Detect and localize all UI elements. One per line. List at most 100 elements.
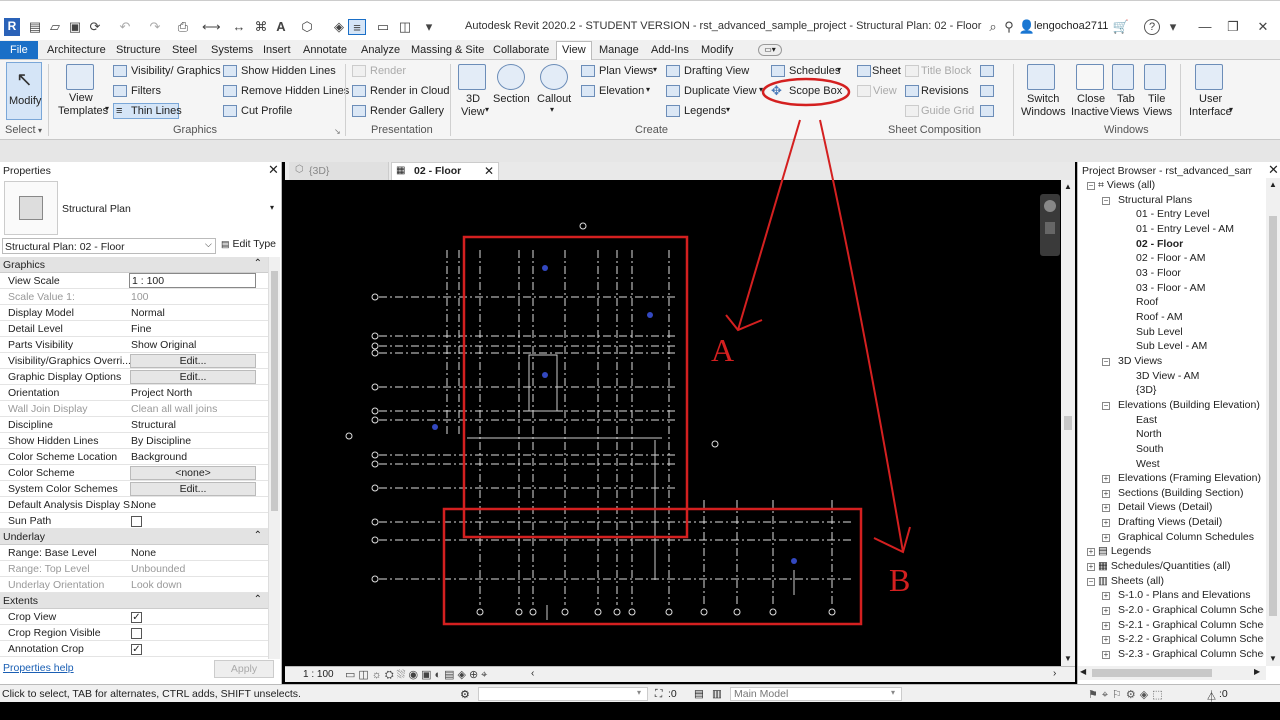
filters-button[interactable]: Filters (131, 85, 161, 97)
callout-icon[interactable] (540, 64, 568, 90)
view-3d-icon[interactable] (458, 64, 486, 90)
instance-dropdown-icon[interactable]: ⌵ (205, 239, 212, 250)
tree-detail-views[interactable]: Detail Views (Detail) (1118, 501, 1212, 513)
schedules-dropdown-icon[interactable]: ▾ (837, 65, 841, 74)
thin-lines-button[interactable]: ≡ Thin Lines (113, 103, 182, 119)
tab-3d[interactable]: ⬡ {3D} (289, 162, 389, 180)
tree-plan-item[interactable]: 03 - Floor (1136, 267, 1181, 279)
view-templates-label-1[interactable]: View (69, 92, 93, 104)
tree-elevation-item[interactable]: North (1136, 428, 1162, 440)
schedules-button[interactable]: Schedules (789, 65, 840, 77)
user-interface-label-2[interactable]: Interface (1189, 106, 1232, 118)
show-hidden-lines-button[interactable]: Show Hidden Lines (241, 65, 336, 77)
close-icon[interactable]: ✕ (1254, 19, 1272, 35)
prop-crop-region[interactable]: Crop Region Visible (0, 625, 268, 641)
user-name[interactable]: lengochoa2711 (1034, 20, 1108, 32)
crop-view-checkbox[interactable]: ✓ (131, 612, 142, 623)
tile-views-label-2[interactable]: Views (1143, 106, 1172, 118)
guide-grid-button[interactable]: Guide Grid (921, 105, 974, 117)
sun-path-checkbox[interactable] (131, 516, 142, 527)
collapse-icon[interactable]: − (1102, 402, 1110, 410)
view-3d-label-2[interactable]: View (461, 106, 485, 118)
callout-dropdown-icon[interactable]: ▾ (550, 105, 554, 114)
switch-windows-icon[interactable]: ◫ (396, 19, 414, 35)
collapse-icon[interactable]: − (1102, 197, 1110, 205)
workset-icon[interactable]: ⚙ (460, 688, 470, 701)
prop-color-scheme-location[interactable]: Color Scheme Location Background (0, 449, 268, 465)
tag-icon[interactable]: ⌘ (252, 19, 270, 35)
save-icon[interactable]: ▣ (66, 19, 84, 35)
matchline-icon[interactable] (980, 65, 994, 77)
tab-file[interactable]: File (0, 41, 38, 59)
user-interface-label-1[interactable]: User (1199, 93, 1222, 105)
browser-close-icon[interactable]: ✕ (1268, 162, 1279, 178)
collapse-icon[interactable]: − (1087, 578, 1095, 586)
tree-sheet-item[interactable]: S-2.0 - Graphical Column Schedu (1118, 604, 1264, 616)
tree-elevation-item[interactable]: South (1136, 443, 1163, 455)
user-interface-icon[interactable] (1195, 64, 1223, 90)
tab-manage[interactable]: Manage (599, 42, 639, 60)
tab-views-label-1[interactable]: Tab (1117, 93, 1135, 105)
switch-windows-label-2[interactable]: Windows (1021, 106, 1066, 118)
scroll-down-icon[interactable]: ▼ (1064, 654, 1072, 663)
prop-value[interactable]: Show Original (131, 339, 196, 351)
browser-hscroll-thumb[interactable] (1092, 669, 1212, 677)
prop-value[interactable]: None (131, 547, 156, 559)
prop-annotation-crop[interactable]: Annotation Crop ✓ (0, 641, 268, 657)
tab-02-floor[interactable]: ▦ 02 - Floor ✕ (391, 162, 499, 180)
duplicate-view-button[interactable]: Duplicate View (684, 85, 757, 97)
workset-dropdown-icon[interactable]: ▾ (637, 688, 641, 697)
callout-button[interactable]: Callout (537, 93, 571, 105)
restore-icon[interactable]: ❐ (1224, 19, 1242, 35)
scroll-up-icon[interactable]: ▲ (1064, 182, 1072, 191)
open-file-icon[interactable]: ▱ (46, 19, 64, 35)
render-gallery-button[interactable]: Render Gallery (370, 105, 444, 117)
close-hidden-icon[interactable]: ▭ (374, 19, 392, 35)
tree-graph-col[interactable]: Graphical Column Schedules (1118, 531, 1254, 543)
switch-windows-label-1[interactable]: Switch (1027, 93, 1059, 105)
prop-value[interactable]: Fine (131, 323, 151, 335)
redo-icon[interactable]: ↷ (146, 19, 164, 35)
collapse-icon[interactable]: − (1102, 358, 1110, 366)
tab-insert[interactable]: Insert (263, 42, 291, 60)
tree-plan-item[interactable]: 01 - Entry Level - AM (1136, 223, 1234, 235)
navigation-bar[interactable] (1040, 194, 1060, 256)
tile-views-icon[interactable] (1144, 64, 1166, 90)
cut-profile-button[interactable]: Cut Profile (241, 105, 292, 117)
tree-plan-item[interactable]: Roof - AM (1136, 311, 1183, 323)
expand-icon[interactable]: + (1087, 563, 1095, 571)
expand-icon[interactable]: + (1102, 607, 1110, 615)
section-graphics[interactable]: Graphics ⌃ (0, 257, 268, 273)
tree-sheets[interactable]: ▥ Sheets (all) (1098, 575, 1164, 587)
tree-plan-item[interactable]: 01 - Entry Level (1136, 208, 1210, 220)
duplicate-view-dropdown-icon[interactable]: ▾ (759, 85, 763, 94)
view-3d-dropdown-icon[interactable]: ▾ (485, 105, 489, 114)
editable-only-icon[interactable]: ⛶ (655, 688, 662, 701)
view-button[interactable]: View (873, 85, 897, 97)
close-inactive-label-2[interactable]: Inactive (1071, 106, 1109, 118)
tree-sections[interactable]: Sections (Building Section) (1118, 487, 1243, 499)
prop-color-scheme[interactable]: Color Scheme <none> (0, 465, 268, 481)
tree-elevation-item[interactable]: East (1136, 414, 1157, 426)
prop-value[interactable]: None (131, 499, 156, 511)
prop-value[interactable]: By Discipline (131, 435, 191, 447)
scroll-right-icon[interactable]: ▶ (1254, 667, 1260, 676)
tab-systems[interactable]: Systems (211, 42, 253, 60)
prop-discipline[interactable]: Discipline Structural (0, 417, 268, 433)
print-icon[interactable]: ⎙ (174, 19, 192, 35)
ribbon-toggle-icon[interactable]: ▭▾ (758, 44, 782, 56)
apply-button[interactable]: Apply (214, 660, 274, 678)
hscroll-right-icon[interactable]: › (1053, 668, 1056, 679)
edit-type-button[interactable]: ▤ Edit Type (221, 238, 276, 250)
section-extents[interactable]: Extents ⌃ (0, 593, 268, 609)
expand-icon[interactable]: + (1102, 651, 1110, 659)
select-panel-label[interactable]: Select (5, 124, 36, 136)
sheet-button[interactable]: Sheet (872, 65, 901, 77)
tab-views-icon[interactable] (1112, 64, 1134, 90)
help-icon[interactable]: ? (1144, 19, 1160, 35)
exclude-options-icon[interactable]: ▥ (712, 688, 722, 700)
view-control-icons[interactable]: ▭◫☼⛭⛆◉▣◐▤◈⊕⌖ (345, 668, 490, 682)
viewports-icon[interactable] (980, 105, 994, 117)
crop-region-checkbox[interactable] (131, 628, 142, 639)
remove-hidden-lines-button[interactable]: Remove Hidden Lines (241, 85, 349, 97)
